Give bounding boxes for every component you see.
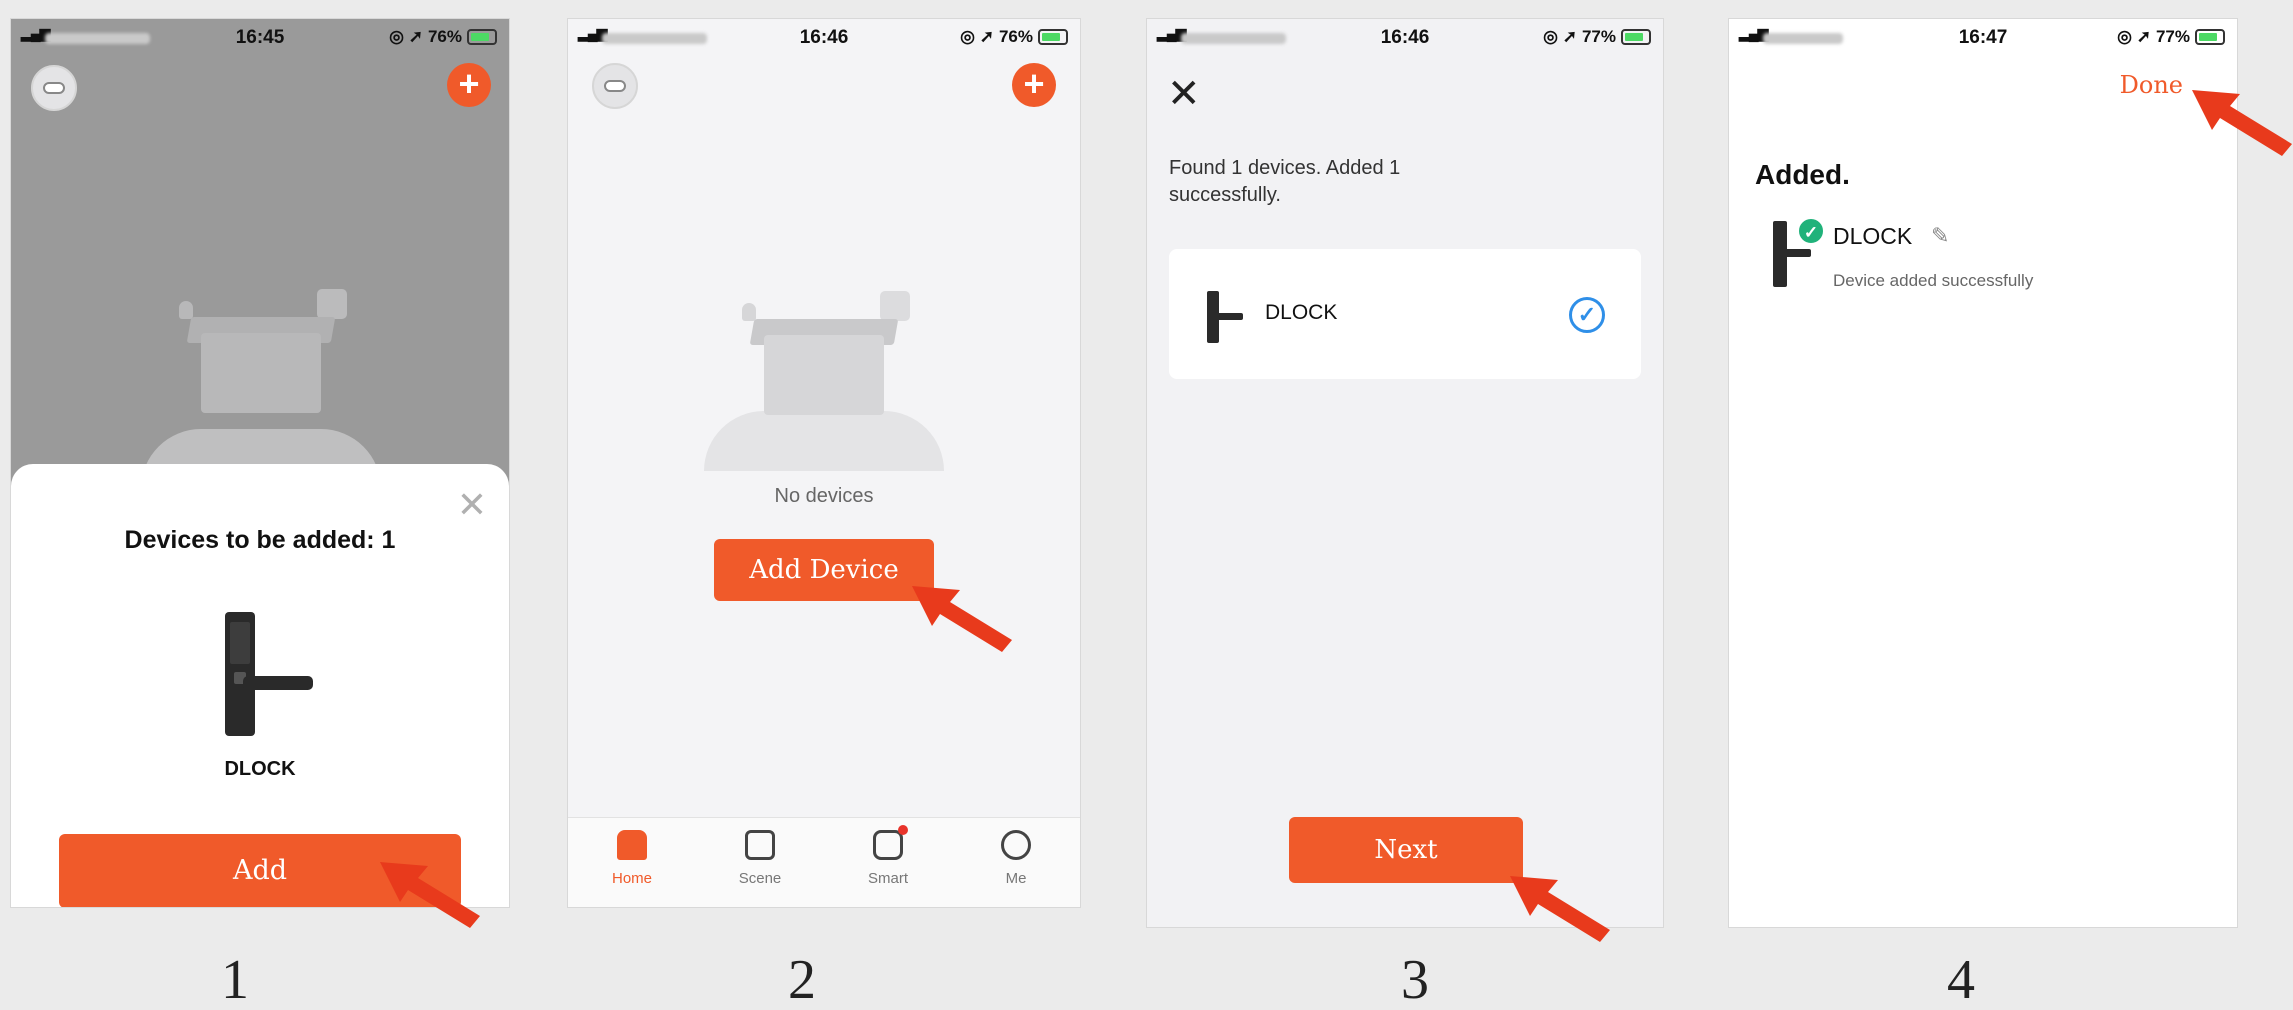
empty-box-illustration (141, 289, 381, 489)
add-device-button[interactable]: Add Device (714, 539, 934, 601)
done-button[interactable]: Done (2120, 71, 2183, 99)
success-check-icon: ✓ (1797, 217, 1825, 245)
pointer-arrow-icon (380, 862, 480, 928)
location-icon: ◎ ➚ (960, 27, 994, 46)
step-number: 4 (1947, 949, 1975, 1010)
status-bar: ▂▄▆ 16:47 ◎ ➚ 77% (1729, 19, 2237, 59)
tab-label: Home (611, 870, 652, 887)
empty-state-text: No devices (774, 485, 874, 507)
step-number: 2 (788, 949, 816, 1010)
empty-box-illustration (704, 291, 944, 471)
tab-scene[interactable]: Scene (696, 818, 824, 907)
location-icon: ◎ ➚ (389, 27, 423, 46)
found-devices-text: Found 1 devices. Added 1 successfully. (1169, 157, 1401, 206)
step-number: 3 (1401, 949, 1429, 1010)
status-bar: ▂▄▆ 16:46 ◎ ➚ 76% (568, 19, 1080, 59)
add-devices-sheet: ✕ Devices to be added: 1 DLOCK Add (11, 464, 509, 907)
tab-label: Scene (738, 870, 782, 887)
step-number: 1 (221, 949, 249, 1010)
status-bar: ▂▄▆ 16:45 ◎ ➚ 76% (11, 19, 509, 59)
device-name: DLOCK (1265, 301, 1338, 324)
device-status-text: Device added successfully (1833, 271, 2034, 290)
home-icon (617, 830, 647, 860)
battery-percent: 76% (998, 27, 1033, 46)
door-lock-icon (225, 612, 313, 736)
tab-label: Smart (867, 870, 908, 887)
device-name: DLOCK (224, 758, 296, 780)
checkmark-icon: ✓ (1569, 297, 1605, 333)
added-title: Added. (1755, 159, 1850, 190)
tab-me[interactable]: Me (952, 818, 1080, 907)
device-card[interactable]: DLOCK ✓ (1169, 249, 1641, 379)
pointer-arrow-icon (912, 586, 1012, 652)
door-lock-icon (1207, 291, 1243, 343)
smart-icon (873, 825, 908, 860)
tab-smart[interactable]: Smart (824, 818, 952, 907)
edit-pencil-icon[interactable]: ✎ (1931, 223, 1949, 249)
step-3-screen: ▂▄▆ 16:46 ◎ ➚ 77% ✕ Found 1 devices. Adde… (1146, 18, 1664, 928)
add-plus-button[interactable]: + (447, 63, 491, 107)
battery-icon (2195, 29, 2225, 45)
status-bar: ▂▄▆ 16:46 ◎ ➚ 77% (1147, 19, 1663, 59)
pointer-arrow-icon (2192, 90, 2292, 156)
next-button[interactable]: Next (1289, 817, 1523, 883)
step-2-screen: ▂▄▆ 16:46 ◎ ➚ 76% + No devices Add Device… (567, 18, 1081, 908)
bottom-tab-bar: Home Scene Smart Me (568, 817, 1080, 907)
family-avatar-icon[interactable] (31, 65, 77, 111)
sheet-title: Devices to be added: 1 (124, 526, 396, 554)
battery-icon (1621, 29, 1651, 45)
step-1-screen: + ▂▄▆ 16:45 ◎ ➚ 76% ✕ Devices to be added… (10, 18, 510, 908)
battery-icon (1038, 29, 1068, 45)
location-icon: ◎ ➚ (2117, 27, 2151, 46)
add-plus-button[interactable]: + (1012, 63, 1056, 107)
notification-dot (898, 825, 908, 835)
battery-icon (467, 29, 497, 45)
me-icon (1001, 830, 1031, 860)
dimmed-background: + (11, 19, 509, 489)
close-icon[interactable]: ✕ (1167, 71, 1201, 117)
device-name: DLOCK (1833, 223, 1913, 249)
battery-percent: 76% (427, 27, 462, 46)
tab-label: Me (1005, 870, 1027, 887)
family-avatar-icon[interactable] (592, 63, 638, 109)
battery-percent: 77% (1581, 27, 1616, 46)
pointer-arrow-icon (1510, 876, 1610, 942)
scene-icon (745, 830, 775, 860)
step-4-screen: ▂▄▆ 16:47 ◎ ➚ 77% Done Added. ✓ DLOCK ✎ D… (1728, 18, 2238, 928)
close-icon[interactable]: ✕ (457, 484, 487, 526)
location-icon: ◎ ➚ (1543, 27, 1577, 46)
battery-percent: 77% (2155, 27, 2190, 46)
tab-home[interactable]: Home (568, 818, 696, 907)
